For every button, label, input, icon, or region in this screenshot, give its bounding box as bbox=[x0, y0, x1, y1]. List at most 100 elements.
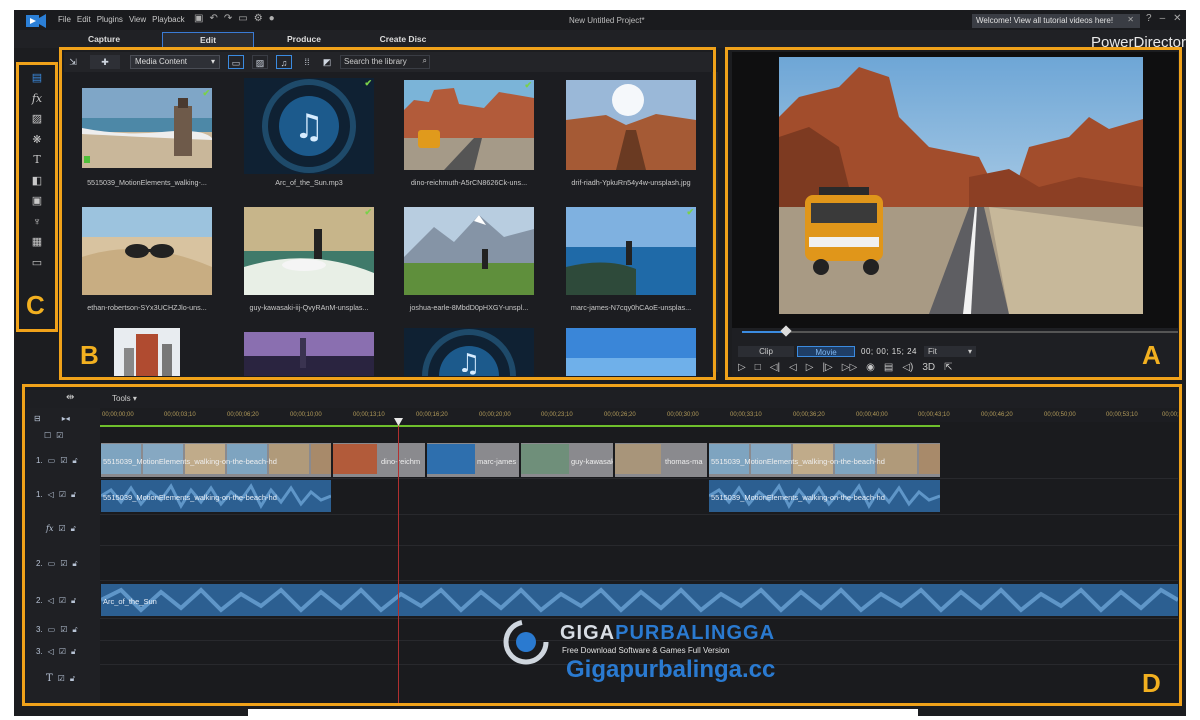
screen-icon[interactable]: ▭ bbox=[238, 13, 247, 24]
timeline-audio-clip-1[interactable]: 5515039_MotionElements_walking-on-the-be… bbox=[101, 480, 331, 512]
movie-mode-button[interactable]: Movie bbox=[797, 346, 855, 357]
track-enable-checkbox[interactable]: ☑ bbox=[60, 625, 67, 634]
voiceover-icon[interactable]: ♆ bbox=[22, 212, 52, 233]
subtitle-room-icon[interactable]: ▭ bbox=[22, 253, 52, 274]
chapter-room-icon[interactable]: ▦ bbox=[22, 232, 52, 253]
library-item-7-thumbnail[interactable] bbox=[404, 207, 534, 295]
redo-icon[interactable]: ↷ bbox=[224, 13, 232, 24]
clip-mode-button[interactable]: Clip bbox=[738, 346, 794, 357]
settings-icon[interactable]: ⚙ bbox=[254, 13, 263, 24]
import-icon[interactable]: ⇲ bbox=[66, 55, 80, 69]
tab-capture[interactable]: Capture bbox=[64, 32, 144, 47]
lock-icon[interactable]: 🔓︎ bbox=[72, 625, 77, 634]
media-room-icon[interactable]: ▤ bbox=[22, 68, 52, 89]
next-frame-icon[interactable]: |▷ bbox=[822, 362, 832, 373]
play-icon[interactable]: ▷ bbox=[738, 362, 746, 373]
timeline-video-clip-3[interactable]: marc-james bbox=[427, 443, 519, 477]
library-item-10-thumbnail[interactable] bbox=[244, 332, 374, 376]
transition-room-icon[interactable]: ◧ bbox=[22, 171, 52, 192]
tab-edit[interactable]: Edit bbox=[162, 32, 254, 47]
particle-room-icon[interactable]: ❋ bbox=[22, 130, 52, 151]
undock-icon[interactable]: ⇱ bbox=[944, 362, 952, 373]
video-filter-icon[interactable]: ▭ bbox=[228, 55, 244, 69]
close-window-button[interactable]: ✕ bbox=[1173, 13, 1181, 24]
track-manager-icon[interactable]: ⊟ bbox=[34, 414, 41, 423]
library-item-1-thumbnail[interactable]: ✔ bbox=[82, 88, 212, 168]
library-item-9-thumbnail[interactable] bbox=[114, 328, 180, 376]
tutorial-notice[interactable]: Welcome! View all tutorial videos here! … bbox=[972, 14, 1140, 28]
title-room-icon[interactable]: T bbox=[22, 150, 52, 171]
timeline-video-clip-4[interactable]: guy-kawasaki bbox=[521, 443, 613, 477]
effects-room-icon[interactable]: fx bbox=[22, 89, 52, 110]
lock-icon[interactable]: 🔓︎ bbox=[71, 647, 76, 656]
lock-icon[interactable]: 🔓︎ bbox=[71, 524, 76, 533]
timeline-ruler[interactable]: 00;00;00;00 00;00;03;10 00;00;06;20 00;0… bbox=[100, 410, 1182, 422]
library-item-4-thumbnail[interactable] bbox=[566, 80, 696, 170]
audio-filter-icon[interactable]: ♫ bbox=[276, 55, 292, 69]
track-enable-checkbox[interactable]: ☑ bbox=[58, 674, 65, 683]
preview-timeline-slider[interactable] bbox=[742, 325, 1178, 337]
track-enable-checkbox[interactable]: ☑ bbox=[60, 456, 67, 465]
timeline-audio-clip-2[interactable]: 5515039_MotionElements_walking-on-the-be… bbox=[709, 480, 940, 512]
3d-mode-button[interactable]: 3D bbox=[922, 362, 935, 373]
media-type-dropdown[interactable]: Media Content ▾ bbox=[130, 55, 220, 69]
menu-file[interactable]: File bbox=[58, 15, 71, 24]
menu-playback[interactable]: Playback bbox=[152, 15, 184, 24]
help-button[interactable]: ? bbox=[1146, 13, 1152, 24]
thumbnail-size-icon[interactable]: ◩ bbox=[320, 55, 334, 69]
track-enable-checkbox[interactable]: ☑ bbox=[59, 490, 66, 499]
menu-plugins[interactable]: Plugins bbox=[97, 15, 123, 24]
timeline-video-clip-5[interactable]: thomas-ma bbox=[615, 443, 707, 477]
tools-menu[interactable]: Tools ▾ bbox=[112, 394, 137, 403]
audio-mixing-icon[interactable]: ▣ bbox=[22, 191, 52, 212]
lock-icon[interactable]: 🔓︎ bbox=[71, 490, 76, 499]
fast-forward-icon[interactable]: ▷▷ bbox=[842, 362, 857, 373]
master-check-icon[interactable]: ☑ bbox=[56, 431, 63, 440]
volume-icon[interactable]: ◁) bbox=[902, 362, 913, 373]
library-item-11-thumbnail[interactable]: ♫ bbox=[404, 328, 534, 376]
minimize-button[interactable]: – bbox=[1160, 13, 1166, 24]
lock-icon[interactable]: 🔓︎ bbox=[71, 596, 76, 605]
lock-icon[interactable]: 🔓︎ bbox=[70, 674, 75, 683]
timeline-video-clip-1[interactable]: 5515039_MotionElements_walking-on-the-be… bbox=[101, 443, 331, 477]
library-scrollbar[interactable] bbox=[712, 72, 718, 372]
plugin-icon[interactable]: ✚ bbox=[90, 55, 120, 69]
track-enable-checkbox[interactable]: ☑ bbox=[60, 559, 67, 568]
close-icon[interactable]: ✕ bbox=[1127, 15, 1134, 24]
track-enable-checkbox[interactable]: ☑ bbox=[58, 524, 65, 533]
timeline-video-clip-2[interactable]: dino-reichm bbox=[333, 443, 425, 477]
timeline-playhead[interactable] bbox=[398, 418, 399, 704]
library-item-5-thumbnail[interactable] bbox=[82, 207, 212, 295]
menu-view[interactable]: View bbox=[129, 15, 146, 24]
library-item-6-thumbnail[interactable]: ✔ bbox=[244, 207, 374, 295]
previous-icon[interactable]: ◁ bbox=[789, 362, 797, 373]
track-enable-checkbox[interactable]: ☑ bbox=[59, 647, 66, 656]
account-icon[interactable]: ● bbox=[269, 13, 275, 24]
undo-icon[interactable]: ↶ bbox=[209, 13, 217, 24]
save-icon[interactable]: ▣ bbox=[194, 13, 203, 24]
next-icon[interactable]: ▷ bbox=[806, 362, 814, 373]
fit-dropdown[interactable]: Fit ▾ bbox=[924, 346, 976, 357]
library-item-8-thumbnail[interactable]: ✔ bbox=[566, 207, 696, 295]
library-item-2-thumbnail[interactable]: ♫ ✔ bbox=[244, 78, 374, 174]
track-enable-checkbox[interactable]: ☑ bbox=[59, 596, 66, 605]
lock-icon[interactable]: 🔓︎ bbox=[72, 559, 77, 568]
tab-create-disc[interactable]: Create Disc bbox=[359, 32, 447, 47]
library-item-12-thumbnail[interactable] bbox=[566, 328, 696, 376]
master-toggle-icon[interactable]: ☐ bbox=[44, 431, 51, 440]
marker-icon[interactable]: ▸◂ bbox=[62, 414, 70, 423]
image-filter-icon[interactable]: ▨ bbox=[252, 55, 268, 69]
tab-produce[interactable]: Produce bbox=[264, 32, 344, 47]
previous-frame-icon[interactable]: ◁| bbox=[770, 362, 780, 373]
fit-timeline-icon[interactable]: ⇹ bbox=[66, 392, 74, 403]
menu-edit[interactable]: Edit bbox=[77, 15, 91, 24]
snapshot-icon[interactable]: ◉ bbox=[866, 362, 875, 373]
library-search[interactable]: Search the library ⌕ bbox=[340, 55, 430, 69]
pip-room-icon[interactable]: ▨ bbox=[22, 109, 52, 130]
subtitle-icon[interactable]: ▤ bbox=[884, 362, 893, 373]
lock-icon[interactable]: 🔓︎ bbox=[72, 456, 77, 465]
library-item-3-thumbnail[interactable]: ✔ bbox=[404, 80, 534, 170]
timeline-video-clip-6[interactable]: 5515039_MotionElements_walking-on-the-be… bbox=[709, 443, 940, 477]
stop-icon[interactable]: □ bbox=[755, 362, 761, 373]
grid-view-icon[interactable]: ⁞⁞ bbox=[300, 55, 314, 69]
